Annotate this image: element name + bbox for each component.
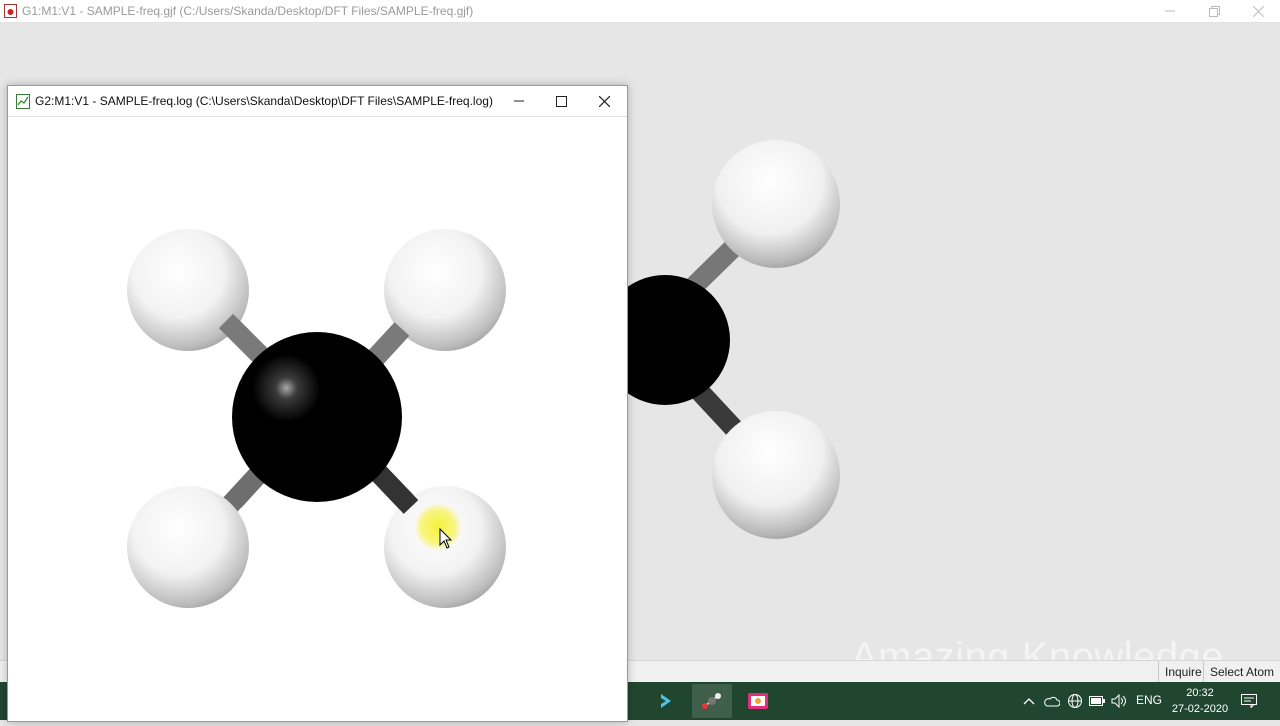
carbon-atom[interactable] [232, 332, 402, 502]
show-hidden-icons[interactable] [1020, 692, 1038, 710]
minimize-icon [514, 100, 524, 102]
minimize-icon [1165, 10, 1175, 12]
hydrogen-atom[interactable] [712, 411, 840, 539]
log-minimize-button[interactable] [499, 86, 539, 116]
speaker-icon [1111, 694, 1126, 708]
visual-studio-icon [661, 694, 671, 708]
gaussview-doc-icon [4, 4, 17, 18]
clock[interactable]: 20:32 27-02-2020 [1170, 685, 1230, 717]
hydrogen-atom[interactable] [712, 140, 840, 268]
gaussview-log-icon [16, 94, 30, 109]
network-tray[interactable] [1066, 692, 1084, 710]
close-icon [598, 95, 610, 107]
battery-tray[interactable] [1088, 692, 1106, 710]
log-maximize-button[interactable] [541, 86, 581, 116]
language-indicator[interactable]: ENG [1136, 693, 1162, 707]
clock-date: 27-02-2020 [1171, 703, 1229, 715]
volume-tray[interactable] [1110, 692, 1128, 710]
hydrogen-atom[interactable] [127, 486, 249, 608]
log-window-title: G2:M1:V1 - SAMPLE-freq.log (C:\Users\Ska… [35, 94, 493, 108]
main-window-titlebar[interactable]: G1:M1:V1 - SAMPLE-freq.gjf (C:/Users/Ska… [0, 0, 1280, 23]
gaussview-icon [702, 693, 721, 709]
status-mode: Inquire [1158, 661, 1208, 683]
restore-button[interactable] [1192, 0, 1236, 22]
restore-icon [1208, 5, 1220, 17]
clock-time: 20:32 [1186, 687, 1214, 699]
log-molecule-viewport[interactable] [8, 117, 627, 721]
camera-app-icon [748, 693, 768, 709]
maximize-icon [555, 95, 567, 107]
close-button[interactable] [1236, 0, 1280, 22]
cursor-highlight [414, 503, 462, 551]
taskbar-gaussview[interactable] [692, 684, 732, 718]
minimize-button[interactable] [1148, 0, 1192, 22]
notification-icon [1241, 694, 1257, 708]
taskbar-visual-studio[interactable] [646, 684, 686, 718]
log-close-button[interactable] [584, 86, 624, 116]
log-window[interactable]: G2:M1:V1 - SAMPLE-freq.log (C:\Users\Ska… [7, 85, 628, 722]
battery-icon [1089, 696, 1105, 706]
action-center-button[interactable] [1240, 692, 1258, 710]
globe-icon [1068, 694, 1082, 708]
status-hint: Select Atom 1 [1203, 661, 1280, 701]
log-molecule-view[interactable] [8, 117, 627, 721]
chevron-up-icon [1023, 698, 1035, 705]
onedrive-tray[interactable] [1043, 692, 1061, 710]
log-window-titlebar[interactable]: G2:M1:V1 - SAMPLE-freq.log (C:\Users\Ska… [8, 86, 627, 117]
main-window-title: G1:M1:V1 - SAMPLE-freq.gjf (C:/Users/Ska… [22, 4, 474, 18]
close-icon [1252, 5, 1264, 17]
cloud-icon [1044, 696, 1060, 707]
taskbar-camera-app[interactable] [738, 684, 778, 718]
